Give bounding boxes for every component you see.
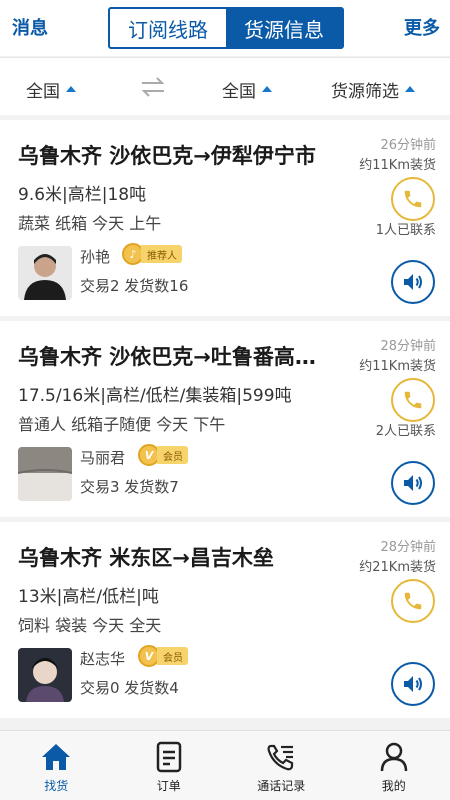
caret-up-icon	[262, 85, 272, 92]
phone-icon	[404, 592, 422, 610]
tab-find-cargo[interactable]: 找货	[0, 731, 113, 800]
route-title: 乌鲁木齐 沙依巴克→伊犁伊宁市	[18, 144, 316, 168]
badge-label: 推荐人	[141, 245, 182, 263]
tab-label: 我的	[381, 779, 406, 793]
user-stats: 交易0 发货数4	[80, 679, 179, 697]
contacted-count: 1人已联系	[375, 223, 436, 238]
pickup-distance: 约11Km装货	[359, 359, 436, 374]
tab-profile[interactable]: 我的	[338, 731, 450, 800]
caret-up-icon	[66, 85, 76, 92]
destination-filter[interactable]: 全国	[222, 77, 272, 102]
avatar[interactable]	[18, 246, 72, 300]
user-stats: 交易3 发货数7	[80, 478, 179, 496]
destination-filter-label: 全国	[222, 82, 256, 102]
call-button[interactable]	[391, 378, 435, 422]
origin-filter[interactable]: 全国	[26, 77, 76, 102]
tab-label: 通话记录	[257, 779, 306, 793]
user-name: 孙艳	[80, 248, 111, 266]
pickup-distance: 约11Km装货	[359, 158, 436, 173]
goods-info: 饲料 袋装 今天 全天	[18, 616, 162, 635]
avatar[interactable]	[18, 648, 72, 702]
goods-info: 蔬菜 纸箱 今天 上午	[18, 214, 162, 233]
speaker-icon	[404, 475, 422, 491]
post-time: 28分钟前	[380, 540, 436, 555]
caret-up-icon	[405, 85, 415, 92]
messages-link[interactable]: 消息	[12, 14, 48, 40]
filter-bar: 全国 全国 货源筛选	[0, 57, 450, 115]
recommender-badge: ♪ 推荐人	[122, 243, 182, 265]
cargo-screen-label: 货源筛选	[331, 82, 399, 102]
badge-label: 会员	[157, 446, 188, 464]
member-badge: V 会员	[138, 645, 188, 667]
top-bar: 消息 订阅线路 货源信息 更多	[0, 0, 450, 56]
vehicle-spec: 17.5/16米|高栏/低栏/集装箱|599吨	[18, 386, 292, 406]
call-button[interactable]	[391, 177, 435, 221]
user-name: 赵志华	[80, 650, 126, 668]
more-link[interactable]: 更多	[404, 14, 440, 40]
speaker-icon	[404, 676, 422, 692]
avatar[interactable]	[18, 447, 72, 501]
phone-icon	[404, 391, 422, 409]
voice-broadcast-button[interactable]	[391, 662, 435, 706]
post-time: 28分钟前	[380, 339, 436, 354]
phone-icon	[404, 190, 422, 208]
contacted-count: 2人已联系	[375, 424, 436, 439]
tab-call-log[interactable]: 通话记录	[225, 731, 338, 800]
cargo-card[interactable]: 乌鲁木齐 米东区→昌吉木垒 13米|高栏/低栏|吨 饲料 袋装 今天 全天 赵志…	[0, 522, 450, 718]
vehicle-spec: 13米|高栏/低栏|吨	[18, 587, 159, 607]
member-badge: V 会员	[138, 444, 188, 466]
user-stats: 交易2 发货数16	[80, 277, 189, 295]
speaker-icon	[404, 274, 422, 290]
voice-broadcast-button[interactable]	[391, 461, 435, 505]
origin-filter-label: 全国	[26, 82, 60, 102]
bottom-tab-bar: 找货 订单 通话记录 我的	[0, 730, 450, 800]
post-time: 26分钟前	[380, 138, 436, 153]
tab-label: 找货	[44, 779, 69, 793]
user-name: 马丽君	[80, 449, 126, 467]
cargo-screen-filter[interactable]: 货源筛选	[331, 77, 415, 102]
document-icon	[152, 740, 186, 774]
segment-control: 订阅线路 货源信息	[108, 7, 344, 49]
home-icon	[39, 740, 73, 774]
cargo-card[interactable]: 乌鲁木齐 沙依巴克→伊犁伊宁市 9.6米|高栏|18吨 蔬菜 纸箱 今天 上午 …	[0, 120, 450, 316]
call-log-icon	[264, 740, 298, 774]
profile-icon	[377, 740, 411, 774]
route-title: 乌鲁木齐 米东区→昌吉木垒	[18, 546, 274, 570]
pickup-distance: 约21Km装货	[359, 560, 436, 575]
route-title: 乌鲁木齐 沙依巴克→吐鲁番高昌区	[18, 345, 333, 369]
goods-info: 普通人 纸箱子随便 今天 下午	[18, 415, 226, 434]
badge-label: 会员	[157, 647, 188, 665]
vehicle-spec: 9.6米|高栏|18吨	[18, 185, 147, 205]
tab-label: 订单	[156, 779, 181, 793]
tab-cargo-info[interactable]: 货源信息	[226, 9, 342, 47]
tab-subscribed-routes[interactable]: 订阅线路	[110, 9, 226, 47]
voice-broadcast-button[interactable]	[391, 260, 435, 304]
tab-orders[interactable]: 订单	[113, 731, 226, 800]
call-button[interactable]	[391, 579, 435, 623]
cargo-card[interactable]: 乌鲁木齐 沙依巴克→吐鲁番高昌区 17.5/16米|高栏/低栏/集装箱|599吨…	[0, 321, 450, 517]
swap-arrows-icon[interactable]	[140, 76, 166, 98]
